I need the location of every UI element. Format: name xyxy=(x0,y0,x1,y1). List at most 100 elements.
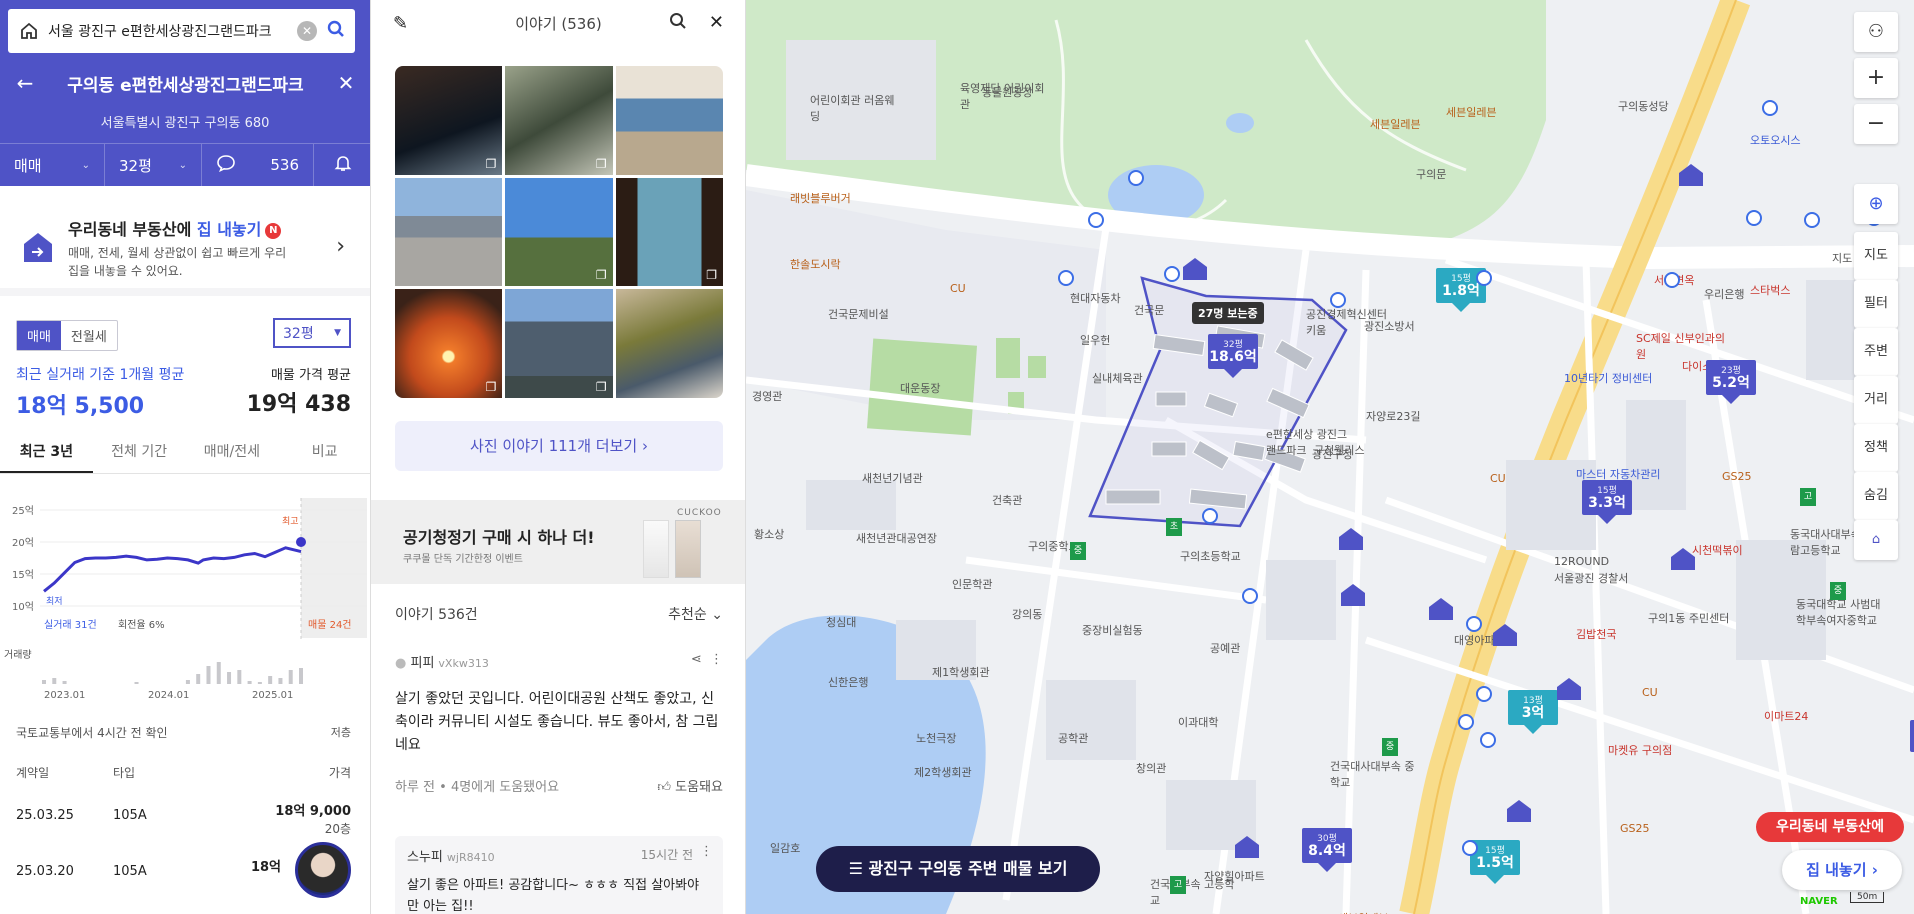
map-label[interactable]: 새천년기념관 xyxy=(862,470,923,486)
map-label[interactable]: 이과대학 xyxy=(1178,714,1218,730)
back-arrow-icon[interactable]: ← xyxy=(14,71,36,95)
map-label[interactable]: SC제일 신부인과의원 xyxy=(1636,330,1726,362)
home-icon[interactable] xyxy=(18,20,40,42)
price-marker[interactable]: 3310. xyxy=(1910,720,1914,761)
map-label[interactable]: 건국대사대부속 중학교 xyxy=(1330,758,1420,790)
search-box[interactable]: 서울 광진구 e편한세상광진그랜드파크 ✕ xyxy=(8,9,355,53)
price-marker[interactable]: 30평 8.4억 xyxy=(1302,828,1352,872)
map-label[interactable]: 구의동성당 xyxy=(1618,98,1669,114)
transit-pin-icon[interactable] xyxy=(1804,212,1820,228)
tab-compare[interactable]: 비교 xyxy=(278,430,370,473)
house-marker-icon[interactable] xyxy=(1182,256,1208,282)
distance-button[interactable]: 거리 xyxy=(1854,376,1898,424)
sell-home-pill[interactable]: 우리동네 부동산에 xyxy=(1756,812,1904,842)
chart-size-select[interactable]: 32평 ▼ xyxy=(273,318,351,348)
tab-sale-rent[interactable]: 매매/전세 xyxy=(186,430,279,473)
sell-home-promo[interactable]: 우리동네 부동산에 집 내놓기 N 매매, 전세, 월세 상관없이 쉽고 빠르게 … xyxy=(0,200,370,296)
photo-thumb[interactable] xyxy=(395,66,503,175)
map-label[interactable]: 한솔도시락 xyxy=(790,256,841,272)
trade-type-dropdown[interactable]: 매매 ⌄ xyxy=(0,144,105,186)
map-label[interactable]: GS25 xyxy=(1722,470,1752,483)
map-label[interactable]: 공예관 xyxy=(1210,640,1240,656)
ad-banner[interactable]: 공기청정기 구매 시 하나 더! 쿠쿠몰 단독 기간한정 이벤트 CUCKOO xyxy=(371,500,745,584)
zoom-in-button[interactable]: + xyxy=(1854,58,1898,98)
house-marker-icon[interactable] xyxy=(1506,798,1532,824)
map-label[interactable]: 동물원광장 xyxy=(982,84,1033,100)
transit-pin-icon[interactable] xyxy=(1462,840,1478,856)
map-label[interactable]: 동국대학교 사범대학부속여자중학교 xyxy=(1796,596,1886,628)
transit-pin-icon[interactable] xyxy=(1664,272,1680,288)
map-label[interactable]: 제1학생회관 xyxy=(932,664,990,680)
transit-pin-icon[interactable] xyxy=(1458,714,1474,730)
sort-dropdown[interactable]: 추천순 ⌄ xyxy=(668,604,723,624)
pencil-icon[interactable]: ✎ xyxy=(393,13,408,34)
toggle-sale[interactable]: 매매 xyxy=(17,321,61,350)
map-label[interactable]: 경영관 xyxy=(752,388,782,404)
map-label[interactable]: 건축관 xyxy=(992,492,1022,508)
house-marker-icon[interactable] xyxy=(1234,834,1260,860)
share-icon[interactable]: ⋖ ⋮ xyxy=(691,652,723,667)
house-marker-icon[interactable] xyxy=(1678,162,1704,188)
more-photos-button[interactable]: 사진 이야기 111개 더보기 › xyxy=(395,421,723,471)
map-label[interactable]: 지도 xyxy=(1832,250,1852,266)
map-label[interactable]: 자양힐아파트 xyxy=(1204,868,1265,884)
bell-button[interactable] xyxy=(314,144,370,186)
house-marker-icon[interactable] xyxy=(1340,582,1366,608)
map-label[interactable]: 신한은행 xyxy=(828,674,868,690)
house-marker-icon[interactable] xyxy=(1556,676,1582,702)
size-dropdown[interactable]: 32평 ⌄ xyxy=(105,144,202,186)
map-label[interactable]: 대운동장 xyxy=(900,380,940,396)
transit-pin-icon[interactable] xyxy=(1330,292,1346,308)
more-icon[interactable]: ⋮ xyxy=(700,844,713,859)
map-label[interactable]: 구의1동 주민센터 xyxy=(1648,610,1738,626)
map-label[interactable]: 래빗블루버거 xyxy=(790,190,851,206)
tab-3y[interactable]: 최근 3년 xyxy=(0,430,93,473)
photo-thumb[interactable] xyxy=(395,289,503,398)
helpful-button[interactable]: 👍︎ 도움돼요 xyxy=(657,776,723,795)
map-label[interactable]: 서울광진 경찰서 xyxy=(1554,570,1628,586)
house-marker-icon[interactable] xyxy=(1492,622,1518,648)
locate-icon[interactable]: ⊕ xyxy=(1854,184,1898,224)
price-marker[interactable]: 13평 3억 xyxy=(1508,690,1558,734)
transit-pin-icon[interactable] xyxy=(1242,588,1258,604)
map-label[interactable]: 인문학관 xyxy=(952,576,992,592)
map-label[interactable]: 구청웰리스 xyxy=(1314,442,1365,458)
toggle-rent[interactable]: 전월세 xyxy=(61,321,117,350)
map-label[interactable]: 시천떡볶이 xyxy=(1692,542,1743,558)
house-marker-icon[interactable] xyxy=(1338,526,1364,552)
hide-button[interactable]: 숨김 xyxy=(1854,472,1898,520)
map-label[interactable]: 일우헌 xyxy=(1080,332,1110,348)
map-label[interactable]: 어린이회관 러옴웨딩 xyxy=(810,92,900,124)
price-marker[interactable]: 15평 3.3억 xyxy=(1582,480,1632,524)
transit-pin-icon[interactable] xyxy=(1058,270,1074,286)
map-label[interactable]: GS25 xyxy=(1620,822,1650,835)
map-label[interactable]: 새천년관대공연장 xyxy=(856,530,937,546)
map-label[interactable]: 현대자동차 xyxy=(1070,290,1121,306)
photo-thumb[interactable] xyxy=(615,66,723,175)
transit-pin-icon[interactable] xyxy=(1466,616,1482,632)
map-label[interactable]: 12ROUND xyxy=(1554,555,1609,568)
map-label[interactable]: 오토오시스 xyxy=(1750,132,1801,148)
photo-thumb[interactable] xyxy=(505,289,613,398)
map-label[interactable]: 마켓유 구의점 xyxy=(1608,742,1672,758)
transit-pin-icon[interactable] xyxy=(1762,100,1778,116)
map-label[interactable]: 세븐일레븐 xyxy=(1338,910,1389,914)
map-label[interactable]: 우리은행 xyxy=(1704,286,1744,302)
map-view[interactable]: 육영재단 어린이회관 동물원광장 세븐일레븐 구의초등학교 어린이회관 러옴웨딩 래빗블루… xyxy=(746,0,1914,914)
policy-button[interactable]: 정책 xyxy=(1854,424,1898,472)
map-label[interactable]: 공학관 xyxy=(1058,730,1088,746)
tab-all[interactable]: 전체 기간 xyxy=(93,430,186,473)
map-label[interactable]: 노천극장 xyxy=(916,730,956,746)
map-label[interactable]: 청심대 xyxy=(826,614,856,630)
close-icon[interactable]: ✕ xyxy=(335,71,357,95)
map-label[interactable]: 강의동 xyxy=(1012,606,1042,622)
map-label[interactable]: 일감호 xyxy=(770,840,800,856)
transit-pin-icon[interactable] xyxy=(1202,508,1218,524)
photo-thumb[interactable] xyxy=(505,177,613,287)
map-label[interactable]: 구의문 xyxy=(1416,166,1446,182)
map-label[interactable]: 건국문 xyxy=(1134,302,1164,318)
map-label[interactable]: 황소상 xyxy=(754,526,784,542)
map-label[interactable]: 김밥천국 xyxy=(1576,626,1616,642)
transit-pin-icon[interactable] xyxy=(1088,212,1104,228)
map-label[interactable]: 창의관 xyxy=(1136,760,1166,776)
